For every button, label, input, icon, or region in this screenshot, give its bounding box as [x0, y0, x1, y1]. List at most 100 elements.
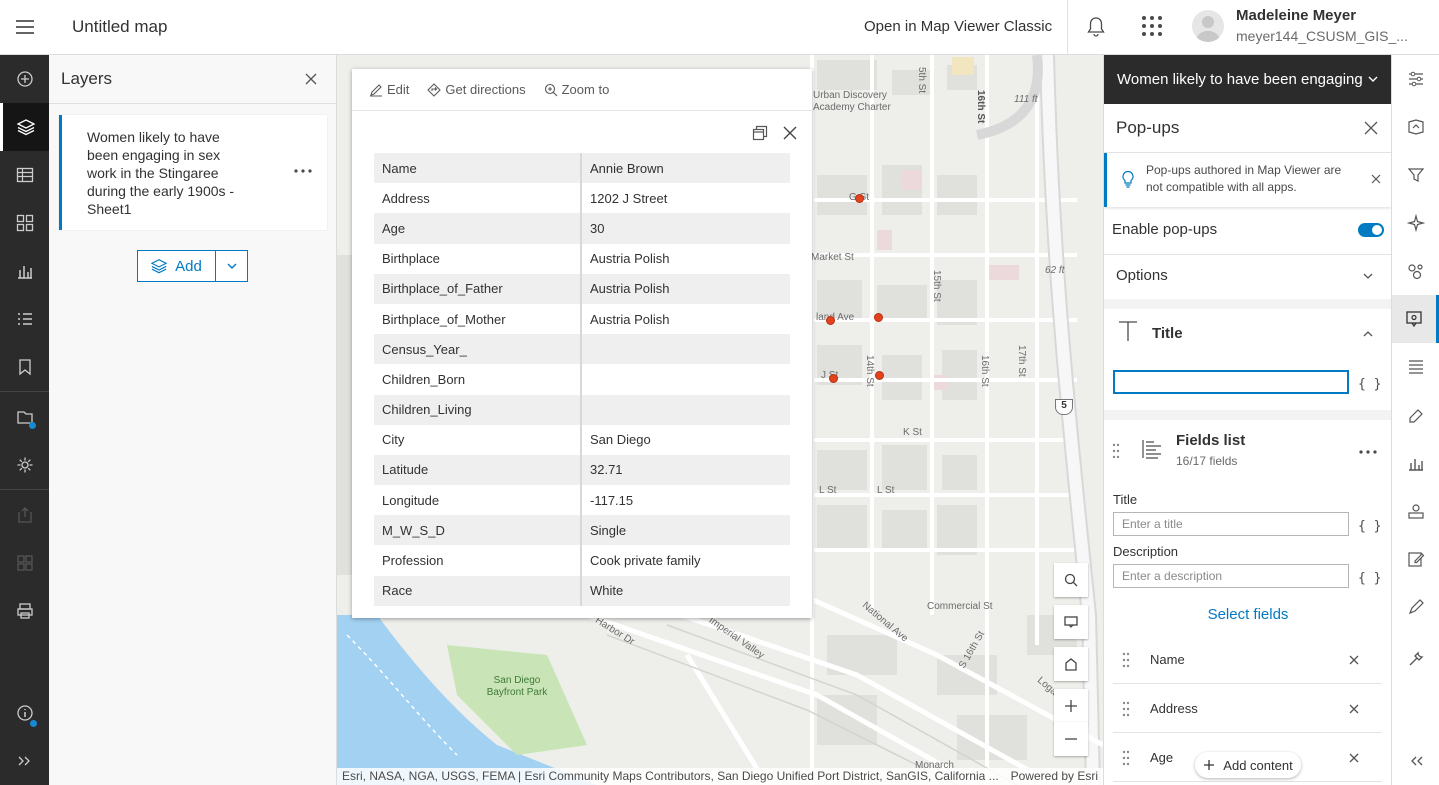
- settings-icon[interactable]: [0, 441, 49, 489]
- description-input[interactable]: Enter a description: [1113, 564, 1349, 588]
- map-properties-icon[interactable]: [0, 393, 49, 441]
- close-icon[interactable]: [1364, 121, 1378, 135]
- chevron-down-icon[interactable]: [1362, 270, 1374, 282]
- legend-icon[interactable]: [0, 295, 49, 343]
- map-label: 16th St: [979, 355, 990, 387]
- map-point[interactable]: [855, 194, 864, 203]
- avatar[interactable]: [1192, 10, 1224, 42]
- select-fields-link[interactable]: Select fields: [1104, 606, 1391, 623]
- enable-popups-toggle[interactable]: [1358, 223, 1384, 237]
- map-point[interactable]: [875, 371, 884, 380]
- popup-title-input[interactable]: [1113, 370, 1349, 394]
- field-name-cell: Latitude: [374, 454, 582, 486]
- fields-icon[interactable]: [1392, 343, 1439, 391]
- charts-icon[interactable]: [1392, 439, 1439, 487]
- field-name-cell: Name: [374, 153, 582, 184]
- insert-field-button[interactable]: { }: [1358, 519, 1381, 534]
- app-launcher-icon[interactable]: [1141, 15, 1163, 37]
- field-value-cell: Annie Brown: [581, 153, 790, 184]
- remove-icon[interactable]: [1349, 655, 1359, 665]
- edit-button[interactable]: Edit: [369, 82, 409, 97]
- layer-item[interactable]: Women likely to have been engaging in se…: [59, 115, 327, 230]
- map-point[interactable]: [826, 316, 835, 325]
- map-label: land Ave: [816, 312, 855, 323]
- user-id[interactable]: meyer144_CSUSM_GIS_...: [1236, 28, 1416, 44]
- more-options-icon[interactable]: [1359, 449, 1377, 455]
- print-icon[interactable]: [0, 587, 49, 635]
- add-icon[interactable]: [0, 55, 49, 103]
- map-title[interactable]: Untitled map: [72, 17, 167, 37]
- chevron-up-icon[interactable]: [1362, 328, 1374, 340]
- labels-icon[interactable]: [1392, 391, 1439, 439]
- options-label[interactable]: Options: [1116, 267, 1168, 284]
- drag-handle-icon[interactable]: [1122, 652, 1130, 668]
- zoom-in-button[interactable]: [1054, 689, 1088, 723]
- app-header: Untitled map Open in Map Viewer Classic …: [0, 0, 1439, 55]
- add-content-button[interactable]: Add content: [1195, 752, 1301, 778]
- search-button[interactable]: [1054, 563, 1088, 597]
- filter-icon[interactable]: [1392, 151, 1439, 199]
- share-icon[interactable]: [0, 491, 49, 539]
- styles-icon[interactable]: [1392, 103, 1439, 151]
- home-button[interactable]: [1054, 647, 1088, 681]
- layer-selector[interactable]: Women likely to have been engaging i: [1104, 55, 1391, 104]
- zoom-to-button[interactable]: Zoom to: [544, 82, 609, 97]
- drag-handle-icon[interactable]: [1122, 750, 1130, 766]
- configure-icon[interactable]: [1392, 635, 1439, 683]
- field-row[interactable]: Address: [1113, 685, 1382, 733]
- table-icon[interactable]: [0, 151, 49, 199]
- zoom-out-button[interactable]: [1054, 722, 1088, 756]
- open-classic-link[interactable]: Open in Map Viewer Classic: [864, 18, 1052, 35]
- menu-icon[interactable]: [0, 0, 50, 55]
- notice-text: Pop-ups authored in Map Viewer are not c…: [1146, 163, 1342, 194]
- drag-handle-icon[interactable]: [1122, 701, 1130, 717]
- popups-icon[interactable]: [1392, 295, 1439, 343]
- map-label: K St: [903, 427, 922, 438]
- add-dropdown-button[interactable]: [216, 251, 247, 281]
- close-icon[interactable]: [304, 72, 318, 86]
- more-options-icon[interactable]: [293, 165, 313, 177]
- layers-icon: [151, 259, 168, 274]
- bookmarks-icon[interactable]: [0, 343, 49, 391]
- layers-icon[interactable]: [0, 103, 49, 151]
- field-row[interactable]: Name: [1113, 636, 1382, 684]
- properties-icon[interactable]: [1392, 55, 1439, 103]
- insert-field-button[interactable]: { }: [1358, 571, 1381, 586]
- drag-handle-icon[interactable]: [1112, 443, 1120, 459]
- collapse-icon[interactable]: [1392, 737, 1439, 785]
- fields-title-input[interactable]: Enter a title: [1113, 512, 1349, 536]
- remove-icon[interactable]: [1349, 704, 1359, 714]
- bell-icon[interactable]: [1084, 15, 1108, 39]
- chevron-down-icon: [1368, 76, 1378, 82]
- attribution-text[interactable]: Esri, NASA, NGA, USGS, FEMA | Esri Commu…: [342, 769, 999, 783]
- basemap-icon[interactable]: [0, 199, 49, 247]
- insert-field-button[interactable]: { }: [1358, 377, 1381, 392]
- dock-popup-button[interactable]: [1054, 605, 1088, 639]
- table-row: Profession Cook private family: [374, 545, 790, 576]
- expand-icon[interactable]: [0, 737, 49, 785]
- dock-icon[interactable]: [752, 125, 768, 141]
- edit-icon[interactable]: [1392, 535, 1439, 583]
- directions-button[interactable]: Get directions: [427, 82, 526, 97]
- close-icon[interactable]: [783, 126, 797, 140]
- map-point[interactable]: [874, 313, 883, 322]
- forms-icon[interactable]: [1392, 487, 1439, 535]
- field-value-cell: -117.15: [590, 492, 634, 508]
- remove-icon[interactable]: [1349, 753, 1359, 763]
- powered-by[interactable]: Powered by Esri: [1011, 768, 1098, 785]
- field-name-cell: Age: [374, 213, 582, 244]
- layer-name: Women likely to have been engaging in se…: [87, 129, 235, 217]
- info-icon[interactable]: [0, 689, 49, 737]
- add-layer-button[interactable]: Add: [138, 251, 216, 281]
- user-name[interactable]: Madeleine Meyer: [1236, 7, 1356, 24]
- sketch-icon[interactable]: [1392, 583, 1439, 631]
- create-app-icon[interactable]: [0, 539, 49, 587]
- map-point[interactable]: [829, 374, 838, 383]
- attribute-table: Name Annie Brown Address 1202 J Street Age 30…: [374, 153, 790, 606]
- close-icon[interactable]: [1371, 174, 1381, 184]
- charts-icon[interactable]: [0, 247, 49, 295]
- clustering-icon[interactable]: [1392, 247, 1439, 295]
- field-value-cell: [581, 334, 790, 365]
- field-name-cell: Birthplace_of_Mother: [374, 303, 582, 335]
- effects-icon[interactable]: [1392, 199, 1439, 247]
